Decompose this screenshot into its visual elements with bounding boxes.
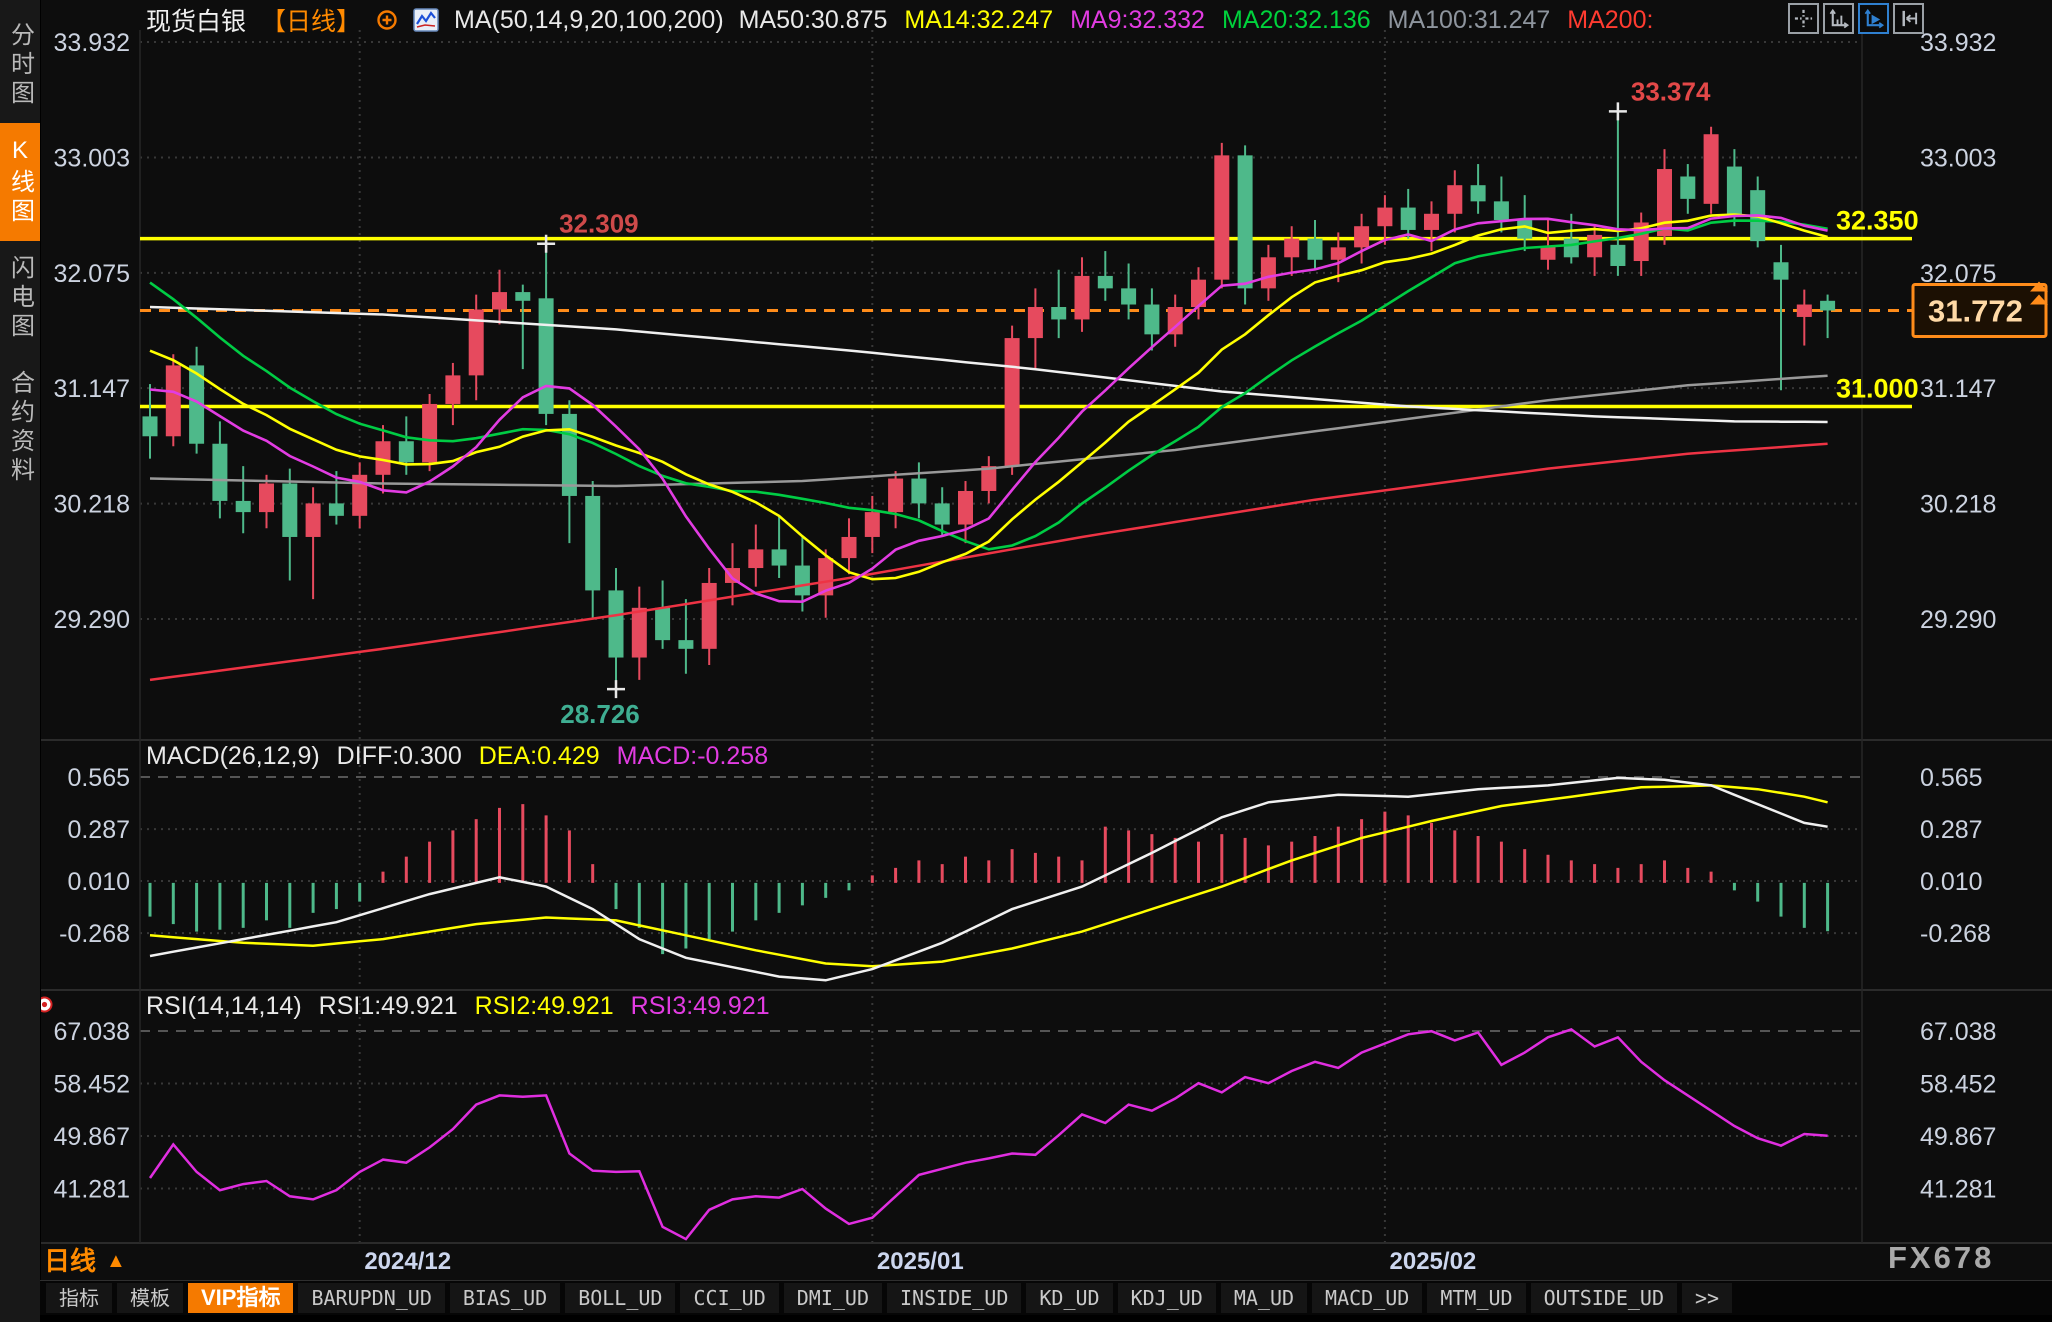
tab-vip指标[interactable]: VIP指标: [188, 1283, 293, 1313]
tab-ma_ud[interactable]: MA_UD: [1221, 1283, 1307, 1313]
axis-tick: 31.147: [54, 375, 130, 403]
chart-type-icon[interactable]: [413, 8, 439, 32]
ma-params: MA(50,14,9,20,100,200): [454, 6, 724, 35]
panel-collapse-icon[interactable]: [1893, 3, 1924, 34]
axis-tick: -0.268: [59, 920, 130, 948]
axis-tick: 32.350: [1836, 206, 1919, 236]
ma-legend-item: MA20:32.136: [1222, 6, 1371, 35]
tab-mtm_ud[interactable]: MTM_UD: [1427, 1283, 1525, 1313]
tab--[interactable]: >>: [1682, 1283, 1732, 1313]
axis-tick: 33.932: [54, 29, 130, 57]
ma-legend-item: MA100:31.247: [1388, 6, 1551, 35]
add-indicator-icon[interactable]: [376, 9, 398, 31]
tab-bias_ud[interactable]: BIAS_UD: [450, 1283, 560, 1313]
axis-tick: 33.003: [1920, 144, 1996, 172]
period-selector[interactable]: 日线 ▲: [44, 1246, 126, 1276]
price-annotation: 32.309: [559, 209, 639, 239]
axis-tick: 31.147: [1920, 375, 1996, 403]
axis-tick: 0.565: [1920, 764, 1983, 792]
price-annotation: 28.726: [560, 699, 640, 729]
rsi3-value: RSI3:49.921: [631, 992, 770, 1021]
axis-tick: 32.075: [54, 260, 130, 288]
ma-legend-item: MA50:30.875: [739, 6, 888, 35]
axis-tick: 2025/02: [1390, 1248, 1477, 1275]
axis-tick: 67.038: [1920, 1018, 1996, 1046]
sidebar-item-time-chart[interactable]: 分时图: [0, 8, 40, 123]
tab-barupdn_ud[interactable]: BARUPDN_UD: [298, 1283, 444, 1313]
macd-title: MACD(26,12,9): [146, 742, 320, 771]
macd-dea-value: DEA:0.429: [479, 742, 600, 771]
axis-tick: 67.038: [54, 1018, 130, 1046]
axis-tick: 49.867: [1920, 1123, 1996, 1151]
ma-legend-item: MA9:32.332: [1070, 6, 1205, 35]
rsi2-value: RSI2:49.921: [475, 992, 614, 1021]
axis-tick: 33.003: [54, 144, 130, 172]
axis-tick: 0.010: [1920, 868, 1983, 896]
axis-tick: 41.281: [1920, 1176, 1996, 1204]
tab-dmi_ud[interactable]: DMI_UD: [784, 1283, 882, 1313]
ma-legend-item: MA14:32.247: [904, 6, 1053, 35]
rsi1-value: RSI1:49.921: [319, 992, 458, 1021]
axis-tick: 2025/01: [877, 1248, 964, 1275]
sidebar-item-contract-info[interactable]: 合约资料: [0, 356, 40, 500]
watermark: FX678: [1888, 1240, 1994, 1276]
axis-scale-icon[interactable]: [1823, 3, 1854, 34]
ma-legend-item: MA200:: [1567, 6, 1653, 35]
chart-stage: 33.93233.93233.00333.00332.07532.07531.1…: [0, 0, 2052, 1314]
tab-macd_ud[interactable]: MACD_UD: [1312, 1283, 1422, 1313]
rsi-header: RSI(14,14,14) RSI1:49.921 RSI2:49.921 RS…: [146, 992, 770, 1021]
axis-tick: 41.281: [54, 1176, 130, 1204]
period-arrow-icon: ▲: [106, 1246, 126, 1276]
tab-模板[interactable]: 模板: [117, 1283, 183, 1313]
crosshair-icon[interactable]: [1788, 3, 1819, 34]
indicator-tabbar: 指标模板VIP指标BARUPDN_UDBIAS_UDBOLL_UDCCI_UDD…: [40, 1280, 2052, 1315]
axis-tick: 30.218: [1920, 491, 1996, 519]
axis-tick: -0.268: [1920, 920, 1991, 948]
symbol-name: 现货白银: [146, 2, 246, 38]
period-tag: 【日线】: [261, 2, 361, 38]
period-label: 日线: [44, 1246, 96, 1276]
axis-play-icon[interactable]: [1858, 3, 1889, 34]
macd-macd-value: MACD:-0.258: [617, 742, 768, 771]
ma-legend: MA50:30.875 MA14:32.247 MA9:32.332 MA20:32.…: [739, 6, 1654, 35]
axis-tick: 2024/12: [364, 1248, 451, 1275]
macd-header: MACD(26,12,9) DIFF:0.300 DEA:0.429 MACD:…: [146, 742, 768, 771]
sidebar-item-kline-chart[interactable]: K线图: [0, 123, 40, 241]
chart-canvas[interactable]: 33.93233.93233.00333.00332.07532.07531.1…: [0, 0, 2052, 1314]
tab-inside_ud[interactable]: INSIDE_UD: [887, 1283, 1021, 1313]
axis-tick: 0.565: [67, 764, 130, 792]
tab-指标[interactable]: 指标: [46, 1283, 112, 1313]
axis-tick: 31.000: [1836, 373, 1919, 403]
axis-tick: 29.290: [1920, 606, 1996, 634]
axis-tick: 31.772: [1928, 293, 2023, 328]
price-annotation: 33.374: [1631, 76, 1711, 106]
rsi-title: RSI(14,14,14): [146, 992, 302, 1021]
axis-tick: 58.452: [1920, 1071, 1996, 1099]
tab-boll_ud[interactable]: BOLL_UD: [565, 1283, 675, 1313]
macd-diff-value: DIFF:0.300: [337, 742, 462, 771]
axis-tick: 0.010: [67, 868, 130, 896]
axis-tick: 58.452: [54, 1071, 130, 1099]
axis-tick: 0.287: [1920, 816, 1983, 844]
tab-kdj_ud[interactable]: KDJ_UD: [1118, 1283, 1216, 1313]
sidebar-item-lightning-chart[interactable]: 闪电图: [0, 241, 40, 356]
axis-tick: 49.867: [54, 1123, 130, 1151]
tab-outside_ud[interactable]: OUTSIDE_UD: [1531, 1283, 1677, 1313]
axis-tick: 0.287: [67, 816, 130, 844]
tab-kd_ud[interactable]: KD_UD: [1026, 1283, 1112, 1313]
chart-header: 现货白银 【日线】 MA(50,14,9,20,100,200) MA50:30…: [146, 5, 1653, 35]
axis-tick: 30.218: [54, 491, 130, 519]
sidebar: 分时图K线图闪电图合约资料: [0, 0, 41, 1322]
axis-tick: 29.290: [54, 606, 130, 634]
top-toolbar: [1788, 3, 1924, 34]
tab-cci_ud[interactable]: CCI_UD: [680, 1283, 778, 1313]
axis-tick: 33.932: [1920, 29, 1996, 57]
